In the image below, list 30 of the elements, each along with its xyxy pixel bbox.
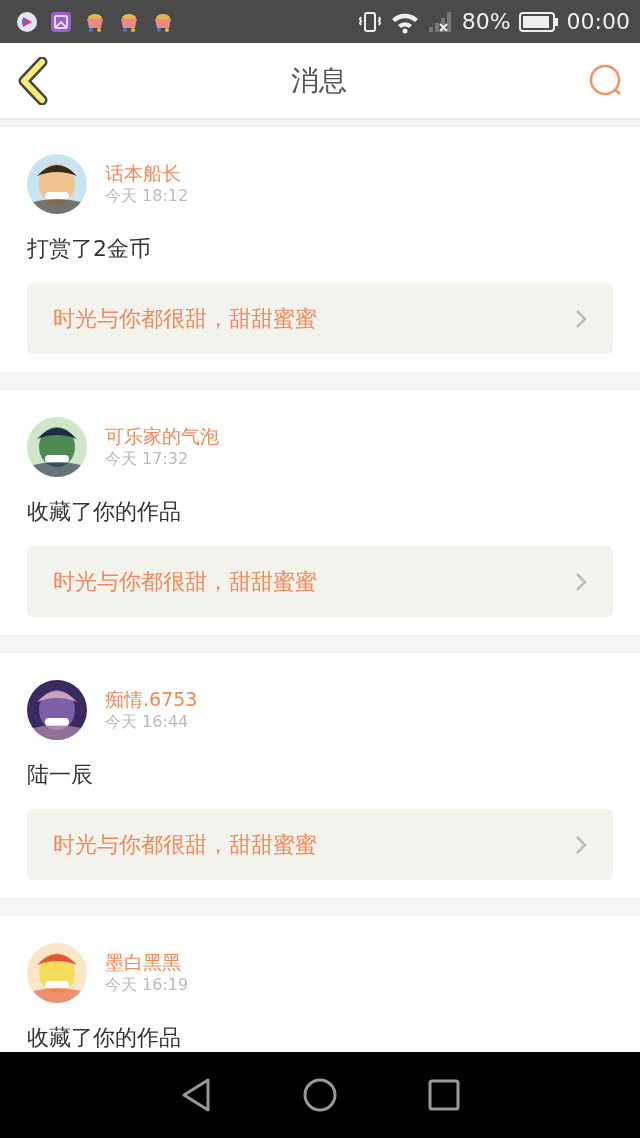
timestamp: 今天 17:32	[105, 448, 190, 470]
timestamp: 今天 18:12	[105, 185, 189, 207]
work-link[interactable]: 时光与你都很甜，甜甜蜜蜜	[27, 809, 613, 880]
home-icon[interactable]	[302, 1077, 338, 1113]
battery-icon	[518, 10, 559, 33]
battery-percent: 80%	[461, 8, 511, 36]
chevron-right-icon	[575, 834, 587, 855]
user-name[interactable]: 墨白黑黑	[105, 950, 189, 975]
work-link[interactable]: 时光与你都很甜，甜甜蜜蜜	[27, 283, 613, 354]
user-name[interactable]: 痴情.6753	[105, 687, 198, 712]
user-name[interactable]: 可乐家的气泡	[105, 424, 219, 449]
message-text: 陆一辰	[27, 761, 94, 789]
back-icon[interactable]	[16, 56, 50, 105]
back-icon[interactable]	[180, 1077, 212, 1113]
clock: 00:00	[566, 8, 630, 36]
chevron-right-icon	[575, 308, 587, 329]
timestamp: 今天 16:44	[105, 711, 190, 733]
page-title: 消息	[291, 62, 347, 99]
timestamp: 今天 16:19	[105, 974, 189, 996]
user-name[interactable]: 话本船长	[105, 161, 189, 186]
message-text: 打赏了2金币	[27, 235, 152, 263]
signal-icon	[427, 9, 454, 34]
recent-apps-icon[interactable]	[428, 1079, 460, 1111]
message-text: 收藏了你的作品	[27, 1024, 182, 1052]
app-icon	[16, 10, 38, 33]
gallery-icon	[50, 10, 72, 33]
vibrate-icon	[357, 9, 382, 34]
chevron-right-icon	[575, 571, 587, 592]
work-link[interactable]: 时光与你都很甜，甜甜蜜蜜	[27, 546, 613, 617]
message-text: 收藏了你的作品	[27, 498, 182, 526]
